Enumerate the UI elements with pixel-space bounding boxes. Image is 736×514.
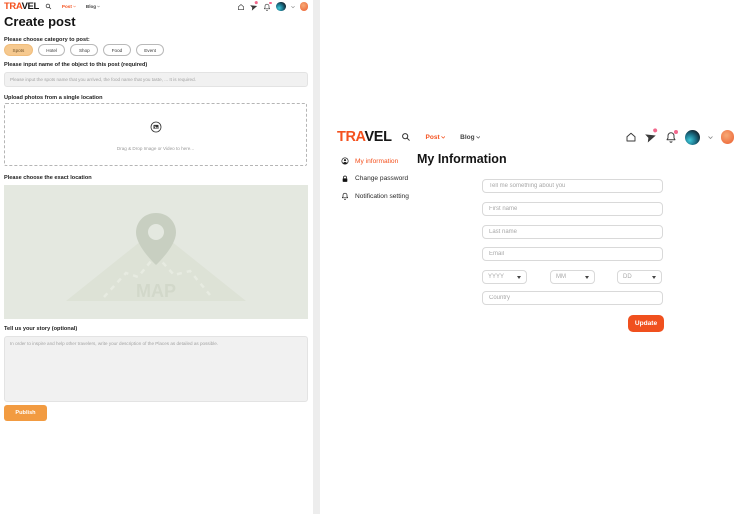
header-icon-group	[625, 130, 735, 145]
chip-event[interactable]: Event	[136, 44, 165, 56]
chevron-down-icon	[585, 276, 589, 279]
map-picker[interactable]: MAP	[4, 185, 308, 319]
map-placeholder-graphic: MAP	[4, 185, 308, 319]
home-icon[interactable]	[625, 131, 637, 143]
bell-icon[interactable]	[665, 131, 677, 143]
chevron-down-icon	[517, 276, 521, 279]
lock-icon	[341, 175, 349, 183]
upload-hint: Drag & Drop Image or Video to here...	[117, 146, 194, 151]
send-icon[interactable]	[249, 1, 259, 11]
nav-blog[interactable]: Blog	[86, 4, 100, 9]
location-label: Please choose the exact location	[4, 175, 92, 181]
profile-status-icon[interactable]	[721, 130, 735, 144]
category-chips: Spots Hotel Shop Food Event	[4, 44, 164, 56]
sidebar-item-label: Notification setting	[355, 193, 409, 200]
page-title: Create post	[4, 14, 76, 29]
left-header: TRAVEL Post Blog	[4, 1, 308, 12]
page-title: My Information	[417, 152, 507, 166]
map-text: MAP	[136, 281, 176, 301]
chevron-down-icon[interactable]	[291, 5, 295, 9]
notification-dot	[269, 2, 272, 5]
right-header: TRAVEL Post Blog	[337, 129, 734, 145]
sidebar-item-label: Change password	[355, 175, 408, 182]
home-icon[interactable]	[237, 3, 245, 11]
search-icon[interactable]	[45, 3, 52, 10]
travel-logo[interactable]: TRAVEL	[4, 1, 39, 12]
travel-logo[interactable]: TRAVEL	[337, 129, 392, 145]
story-label: Tell us your story (optional)	[4, 326, 77, 332]
avatar[interactable]	[276, 2, 286, 12]
chip-hotel[interactable]: Hotel	[38, 44, 66, 56]
chevron-down-icon	[652, 276, 656, 279]
search-icon[interactable]	[401, 132, 411, 142]
notification-dot	[674, 130, 678, 134]
update-button[interactable]: Update	[628, 315, 664, 332]
image-upload-icon	[148, 119, 164, 140]
nav-blog[interactable]: Blog	[460, 134, 480, 141]
story-textarea[interactable]	[4, 336, 308, 402]
notification-dot	[255, 0, 258, 3]
publish-button[interactable]: Publish	[4, 405, 47, 421]
chip-spots[interactable]: Spots	[4, 44, 33, 56]
profile-status-icon[interactable]	[300, 2, 309, 11]
chip-shop[interactable]: Shop	[70, 44, 98, 56]
settings-sidebar: My information Change password Notificat…	[341, 156, 421, 209]
dob-month-select[interactable]: MM	[550, 270, 595, 284]
profile-circle-icon	[341, 157, 349, 165]
email-field[interactable]	[482, 247, 663, 261]
nav-post[interactable]: Post	[62, 4, 76, 9]
nav-post[interactable]: Post	[426, 134, 446, 141]
chip-food[interactable]: Food	[103, 44, 130, 56]
post-name-input[interactable]	[4, 72, 308, 87]
first-name-input[interactable]	[482, 202, 663, 216]
header-icon-group	[237, 2, 308, 12]
avatar[interactable]	[685, 130, 700, 145]
send-icon[interactable]	[643, 129, 658, 144]
bell-icon	[341, 192, 349, 200]
category-label: Please choose category to post:	[4, 37, 90, 43]
last-name-input[interactable]	[482, 225, 663, 239]
about-input[interactable]	[482, 179, 663, 193]
scrollbar[interactable]	[313, 0, 320, 514]
upload-dropzone[interactable]: Drag & Drop Image or Video to here...	[4, 103, 307, 166]
bell-icon[interactable]	[263, 3, 271, 11]
country-field[interactable]	[482, 291, 663, 305]
dob-year-select[interactable]: YYYY	[482, 270, 527, 284]
sidebar-item-notification-setting[interactable]: Notification setting	[341, 191, 421, 201]
sidebar-item-change-password[interactable]: Change password	[341, 174, 421, 184]
sidebar-item-my-information[interactable]: My information	[341, 156, 421, 166]
upload-label: Upload photos from a single location	[4, 95, 103, 101]
sidebar-item-label: My information	[355, 158, 398, 165]
name-label: Please input name of the object to this …	[4, 62, 147, 68]
dob-day-select[interactable]: DD	[617, 270, 662, 284]
chevron-down-icon[interactable]	[708, 135, 713, 140]
